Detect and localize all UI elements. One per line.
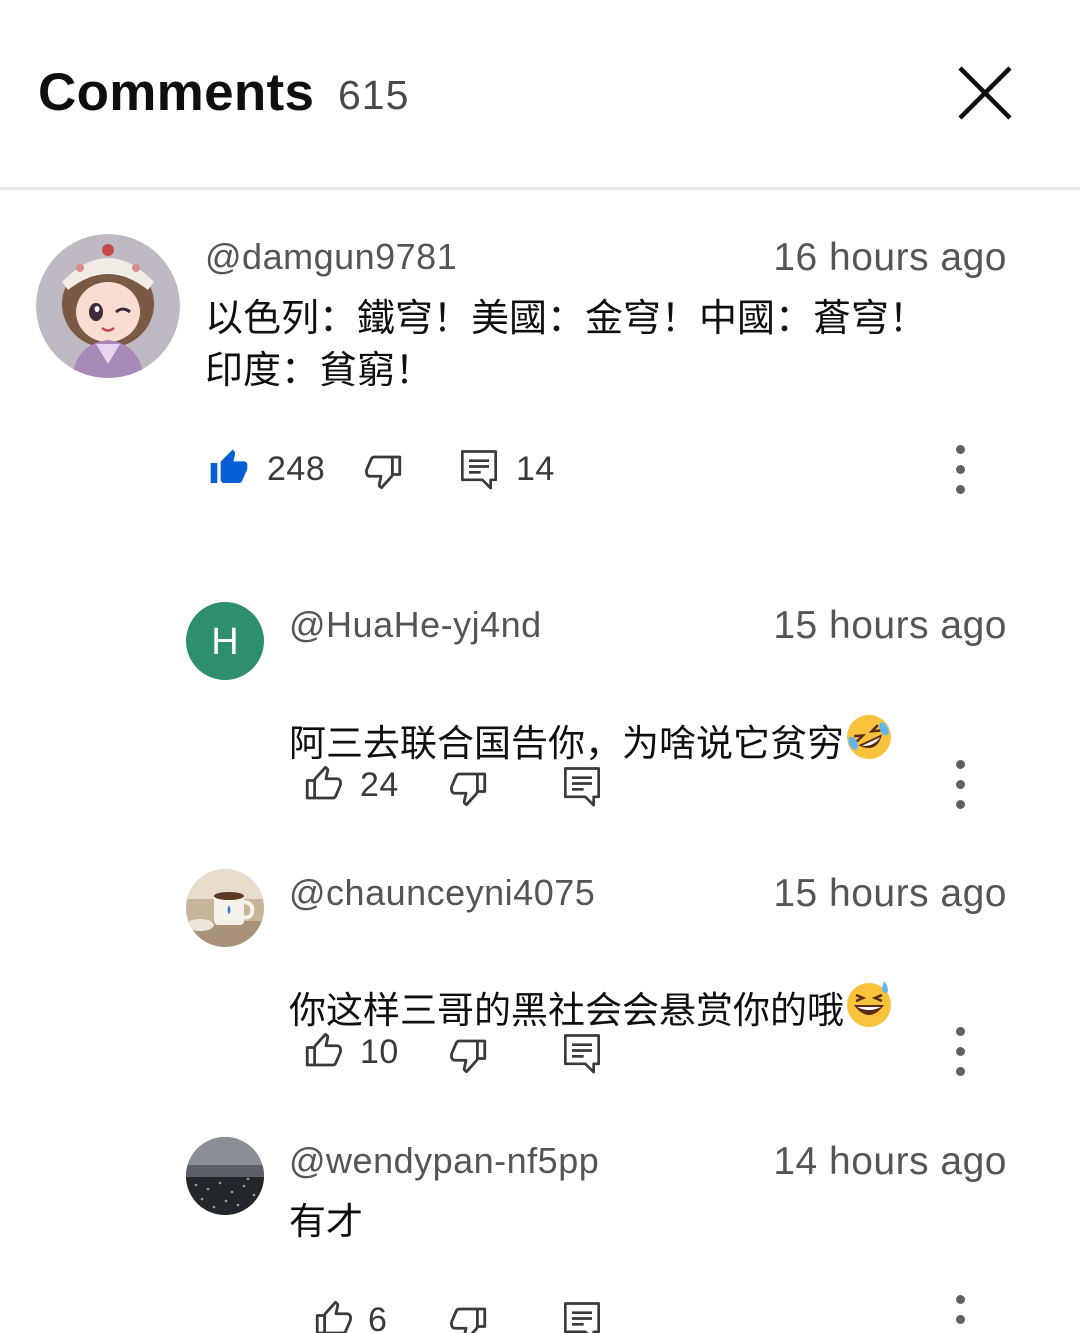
comment-text: 有才 xyxy=(289,1200,363,1243)
more-dot xyxy=(956,445,965,454)
comment-actions: 248 14 xyxy=(205,440,995,500)
comment-actions: 24 xyxy=(300,755,995,815)
more-dot xyxy=(956,1067,965,1076)
more-dot xyxy=(956,465,965,474)
thumbs-down-icon xyxy=(365,455,402,490)
thumbs-up-icon xyxy=(315,1300,352,1333)
thumbs-down-icon xyxy=(450,1039,487,1074)
thumbs-down-icon xyxy=(450,1307,487,1333)
more-dot xyxy=(956,485,965,494)
more-dot xyxy=(956,1315,965,1324)
thumbs-down-icon xyxy=(450,772,487,807)
avatar[interactable] xyxy=(36,234,180,378)
like-button[interactable] xyxy=(312,1298,354,1333)
comments-panel: Comments 615 @damgun9781 16 hours ago 以色… xyxy=(0,0,1080,1333)
comment-timestamp[interactable]: 15 hours ago xyxy=(773,872,1007,916)
more-options-button[interactable] xyxy=(940,435,980,505)
thumbs-up-icon xyxy=(305,1032,342,1067)
like-button[interactable] xyxy=(302,1030,344,1076)
comment-timestamp[interactable]: 14 hours ago xyxy=(773,1140,1007,1184)
comment-text: 以色列：鐵穹！美國：金穹！中國：蒼穹！ 印度：貧窮！ xyxy=(205,296,928,392)
comments-header: Comments 615 xyxy=(0,0,1080,188)
avatar[interactable] xyxy=(186,869,264,947)
comments-count: 615 xyxy=(338,72,410,118)
dislike-button[interactable] xyxy=(363,450,405,496)
header-divider xyxy=(0,187,1080,190)
like-button[interactable] xyxy=(302,763,344,809)
comment-author[interactable]: @chaunceyni4075 xyxy=(289,872,595,914)
like-count: 24 xyxy=(360,766,399,804)
like-button[interactable] xyxy=(209,448,249,492)
comment-reply-icon xyxy=(564,1302,600,1333)
more-dot xyxy=(956,780,965,789)
comment-author[interactable]: @damgun9781 xyxy=(205,236,457,278)
dislike-button[interactable] xyxy=(448,767,490,813)
reply-button[interactable] xyxy=(562,1032,602,1078)
more-options-button[interactable] xyxy=(940,750,980,820)
like-count: 248 xyxy=(267,450,326,488)
avatar[interactable] xyxy=(186,1137,264,1215)
more-dot xyxy=(956,760,965,769)
comment-reply-icon xyxy=(564,1034,600,1074)
thumbs-up-filled-icon xyxy=(210,449,248,483)
reply-button[interactable] xyxy=(562,1300,602,1333)
comment-actions: 10 xyxy=(300,1022,995,1082)
comments-title: Comments xyxy=(38,63,315,122)
close-button[interactable] xyxy=(950,58,1020,128)
comment-actions: 6 xyxy=(300,1290,995,1333)
avatar[interactable]: H xyxy=(186,602,264,680)
comment-reply-icon xyxy=(461,450,497,490)
reply-button[interactable] xyxy=(459,448,499,494)
reply-count: 14 xyxy=(516,450,555,488)
comment-author[interactable]: @wendypan-nf5pp xyxy=(289,1140,599,1182)
dislike-button[interactable] xyxy=(448,1034,490,1080)
like-count: 10 xyxy=(360,1033,399,1071)
comment-reply-icon xyxy=(564,767,600,807)
more-dot xyxy=(956,800,965,809)
dislike-button[interactable] xyxy=(448,1302,490,1333)
more-options-button[interactable] xyxy=(940,1017,980,1087)
comment-author[interactable]: @HuaHe-yj4nd xyxy=(289,604,542,646)
more-dot xyxy=(956,1295,965,1304)
close-icon xyxy=(958,66,1012,120)
like-count: 6 xyxy=(368,1301,388,1333)
more-dot xyxy=(956,1027,965,1036)
more-dot xyxy=(956,1047,965,1056)
comment-timestamp[interactable]: 15 hours ago xyxy=(773,604,1007,648)
comment-timestamp[interactable]: 16 hours ago xyxy=(773,236,1007,280)
more-options-button[interactable] xyxy=(940,1285,980,1333)
reply-button[interactable] xyxy=(562,765,602,811)
thumbs-up-icon xyxy=(305,765,342,800)
avatar-letter: H xyxy=(211,621,238,663)
